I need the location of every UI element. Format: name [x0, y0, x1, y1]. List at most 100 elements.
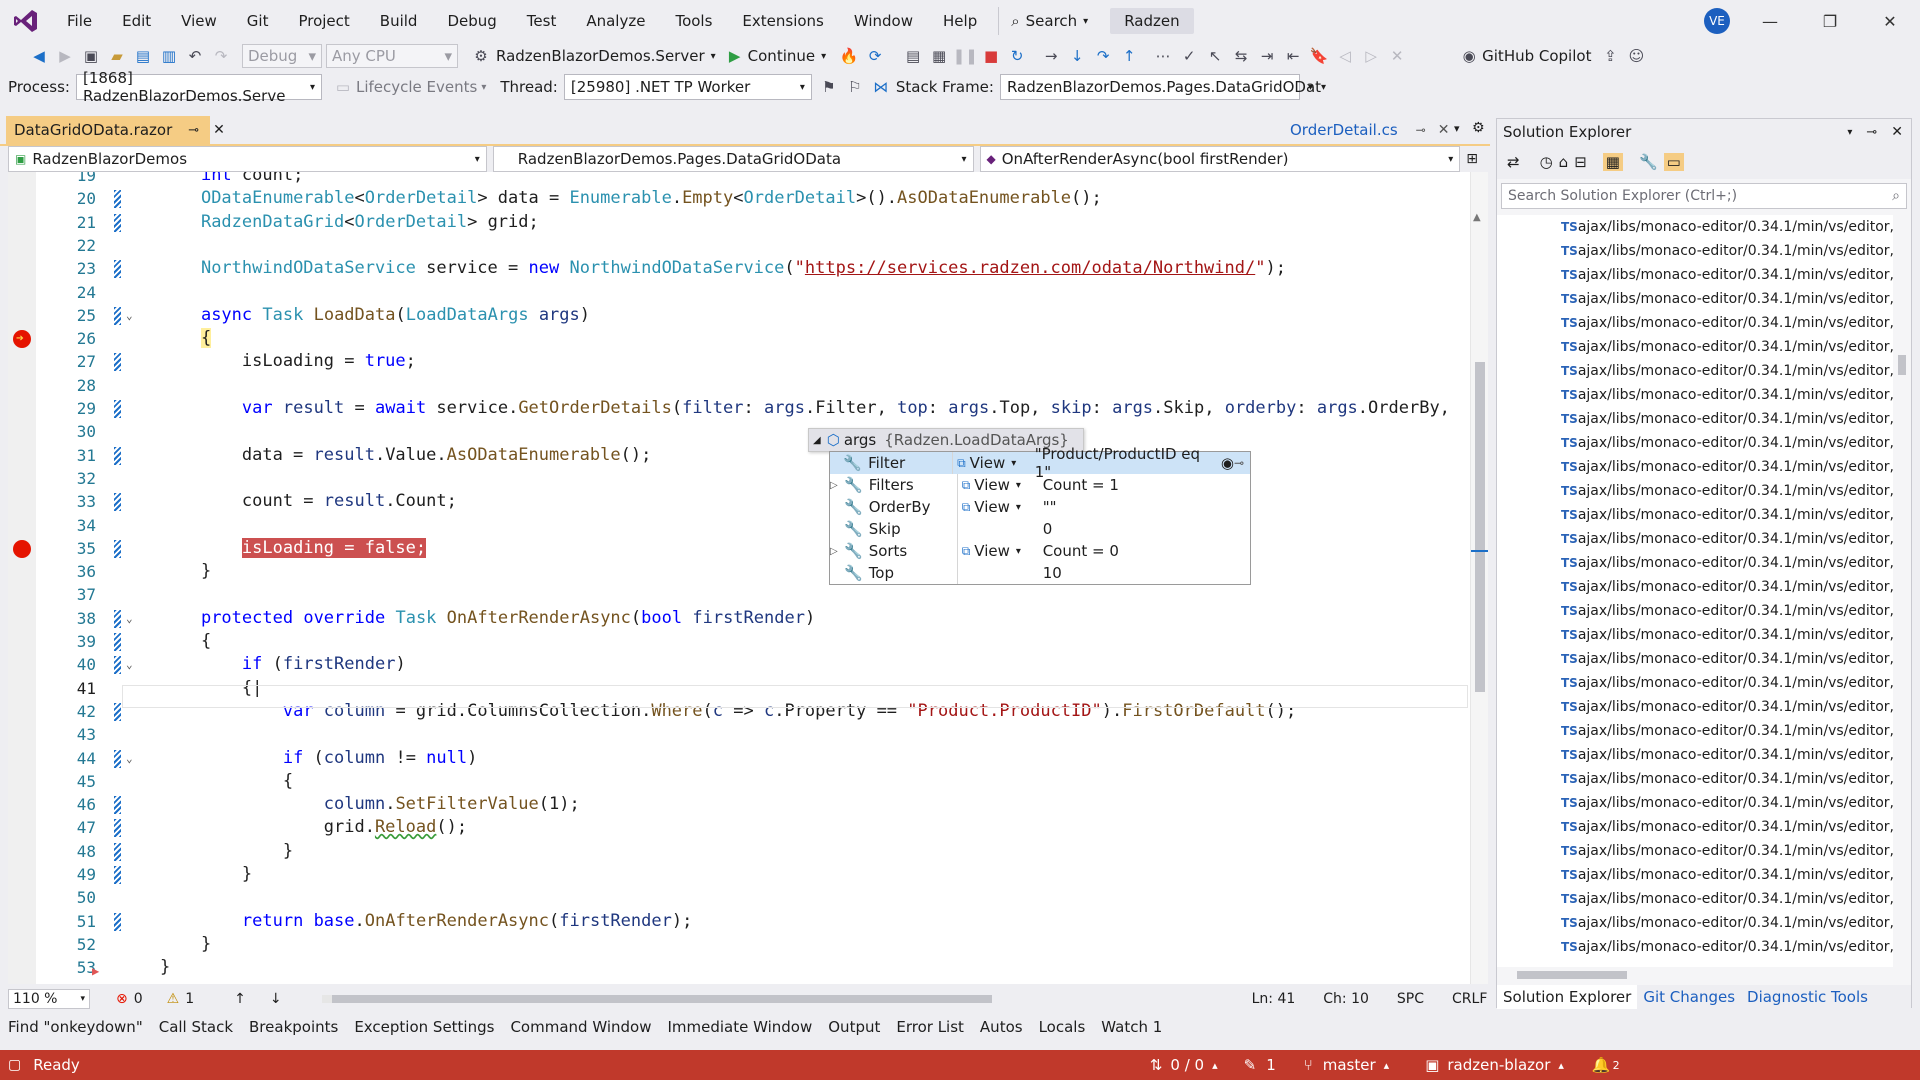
switch-views-icon[interactable]: ⇄ — [1507, 153, 1520, 171]
close-window-button[interactable]: ✕ — [1860, 0, 1920, 42]
collapse-region-icon[interactable]: ⌄ — [126, 304, 133, 327]
code-text[interactable]: } — [160, 863, 252, 886]
collapse-region-icon[interactable]: ⌄ — [126, 607, 133, 630]
home-icon[interactable]: ⌂ — [1559, 153, 1569, 171]
tab-locals[interactable]: Locals — [1031, 1015, 1094, 1039]
pencil-icon[interactable]: ✎ — [1244, 1056, 1257, 1074]
format-icon[interactable]: ⇆ — [1230, 45, 1252, 67]
code-text[interactable]: { — [160, 327, 212, 350]
code-text[interactable]: return base.OnAfterRenderAsync(firstRend… — [160, 910, 692, 933]
code-line[interactable]: 51 return base.OnAfterRenderAsync(firstR… — [8, 910, 1468, 933]
tab-immediate-window[interactable]: Immediate Window — [659, 1015, 820, 1039]
pin-icon[interactable]: ⊸ — [1416, 123, 1426, 137]
tree-item[interactable]: TS ajax/libs/monaco-editor/0.34.1/min/vs/… — [1497, 287, 1893, 311]
show-all-files-icon[interactable]: ▦ — [1602, 153, 1623, 171]
tab-error-list[interactable]: Error List — [888, 1015, 972, 1039]
chevron-down-icon[interactable]: ▾ — [821, 51, 826, 62]
chevron-down-icon[interactable]: ▾ — [1016, 546, 1021, 557]
code-line[interactable]: 37 — [8, 583, 1468, 606]
tree-item[interactable]: TS ajax/libs/monaco-editor/0.34.1/min/vs/… — [1497, 263, 1893, 287]
menu-item-test[interactable]: Test — [512, 0, 572, 42]
tree-item[interactable]: TS ajax/libs/monaco-editor/0.34.1/min/vs/… — [1497, 599, 1893, 623]
properties-icon[interactable]: 🔧 — [1639, 153, 1658, 171]
run-to-cursor-icon[interactable]: ▶ — [92, 959, 110, 978]
chevron-up-icon[interactable]: ▴ — [1212, 1059, 1218, 1072]
menu-item-extensions[interactable]: Extensions — [727, 0, 838, 42]
menu-item-file[interactable]: File — [52, 0, 107, 42]
member-select[interactable]: ◆ OnAfterRenderAsync(bool firstRender) ▾ — [979, 146, 1461, 172]
current-statement-breakpoint-icon[interactable]: ➔ — [13, 330, 31, 349]
tab-git-changes[interactable]: Git Changes — [1637, 985, 1741, 1009]
pending-edits-count[interactable]: 1 — [1266, 1056, 1276, 1074]
pin-icon[interactable]: ⊸ — [188, 123, 199, 138]
zoom-select[interactable]: 110 % ▾ — [8, 989, 90, 1009]
code-text[interactable]: { — [160, 630, 211, 653]
tree-item[interactable]: TS ajax/libs/monaco-editor/0.34.1/min/vs/… — [1497, 839, 1893, 863]
next-issue-icon[interactable]: ↓ — [270, 991, 282, 1007]
thread-select[interactable]: [25980] .NET TP Worker ▾ — [563, 74, 812, 100]
gear-icon[interactable]: ⚙ — [1472, 120, 1485, 136]
chevron-down-icon[interactable]: ▾ — [711, 51, 716, 62]
code-line[interactable]: 47 grid.Reload(); — [8, 816, 1468, 839]
notifications-icon[interactable]: 🔔 — [1592, 1056, 1611, 1074]
code-text[interactable]: } — [160, 840, 293, 863]
pin-icon[interactable]: ⊸ — [1234, 456, 1244, 470]
close-icon[interactable]: ✕ — [1891, 124, 1903, 140]
scrollbar-thumb[interactable] — [1898, 355, 1906, 375]
menu-item-git[interactable]: Git — [232, 0, 284, 42]
tree-item[interactable]: TS ajax/libs/monaco-editor/0.34.1/min/vs/… — [1497, 503, 1893, 527]
code-line[interactable]: 22 — [8, 234, 1468, 257]
datatip-row-filter[interactable]: 🔧 Filter ⧉ View ▾ "Product/ProductID eq 1" ◉ ⊸ — [830, 445, 1250, 481]
code-line[interactable]: 28 — [8, 374, 1468, 397]
step-over-icon[interactable]: ↷ — [1092, 45, 1114, 67]
code-text[interactable]: protected override Task OnAfterRenderAsy… — [160, 607, 815, 630]
chevron-up-icon[interactable]: ▴ — [1558, 1059, 1564, 1072]
tree-item[interactable]: TS ajax/libs/monaco-editor/0.34.1/min/vs/… — [1497, 767, 1893, 791]
tab-datagridodata[interactable]: DataGridOData.razor ⊸ ✕ — [6, 116, 225, 144]
notification-count[interactable]: 2 — [1613, 1059, 1620, 1072]
back-icon[interactable]: ◀ — [28, 45, 50, 67]
code-text[interactable]: { — [160, 770, 293, 793]
debugger-datatip[interactable]: ◢ ⬡ args {Radzen.LoadDataArgs} 🔧 Filter ⧉ V… — [808, 428, 1251, 585]
menu-item-view[interactable]: View — [166, 0, 232, 42]
code-line[interactable]: 53 ▶} — [8, 956, 1468, 979]
code-line[interactable]: 24 — [8, 281, 1468, 304]
copilot-button[interactable]: GitHub Copilot — [1482, 47, 1591, 65]
expand-icon[interactable]: ▷ — [830, 480, 844, 491]
share-icon[interactable]: ⇪ — [1599, 45, 1621, 67]
whitespace-indicator[interactable]: SPC — [1397, 991, 1424, 1007]
tree-vertical-scrollbar[interactable] — [1893, 215, 1911, 967]
step-out-icon[interactable]: ↑ — [1118, 45, 1140, 67]
code-line[interactable]: 44 ⌄ if (column != null) — [8, 747, 1468, 770]
previous-issue-icon[interactable]: ↑ — [234, 991, 246, 1007]
code-line[interactable]: 39 { — [8, 630, 1468, 653]
pause-icon[interactable]: ❚❚ — [953, 45, 978, 67]
toolbar-overflow-icon[interactable]: ▾ — [1308, 82, 1313, 93]
code-line[interactable]: 25 ⌄ async Task LoadData(LoadDataArgs arg… — [8, 304, 1468, 327]
tab-watch-1[interactable]: Watch 1 — [1093, 1015, 1170, 1039]
repository-name[interactable]: radzen-blazor — [1447, 1056, 1550, 1074]
datatip-row-sorts[interactable]: ▷ 🔧 Sorts ⧉ View ▾ Count = 0 — [830, 540, 1250, 562]
repo-icon[interactable]: ▣ — [1425, 1056, 1439, 1074]
code-text[interactable]: int count; — [160, 172, 303, 187]
tree-item[interactable]: TS ajax/libs/monaco-editor/0.34.1/min/vs/… — [1497, 695, 1893, 719]
code-line[interactable]: 45 { — [8, 770, 1468, 793]
code-line[interactable]: 23 NorthwindODataService service = new N… — [8, 257, 1468, 280]
collapse-all-icon[interactable]: ⊟ — [1574, 153, 1587, 171]
solution-tree[interactable]: TS ajax/libs/monaco-editor/0.34.1/min/vs/… — [1497, 215, 1893, 967]
tree-item[interactable]: TS ajax/libs/monaco-editor/0.34.1/min/vs/… — [1497, 479, 1893, 503]
tree-item[interactable]: TS ajax/libs/monaco-editor/0.34.1/min/vs/… — [1497, 719, 1893, 743]
datatip-row-orderby[interactable]: 🔧 OrderBy ⧉ View ▾ "" — [830, 496, 1250, 518]
datatip-row-top[interactable]: 🔧 Top 10 — [830, 562, 1250, 584]
hot-reload-icon[interactable]: 🔥 — [838, 45, 860, 67]
tree-item[interactable]: TS ajax/libs/monaco-editor/0.34.1/min/vs/… — [1497, 215, 1893, 239]
code-line[interactable]: 40 ⌄ if (firstRender) — [8, 653, 1468, 676]
tree-item[interactable]: TS ajax/libs/monaco-editor/0.34.1/min/vs/… — [1497, 431, 1893, 455]
tree-item[interactable]: TS ajax/libs/monaco-editor/0.34.1/min/vs/… — [1497, 887, 1893, 911]
clear-bookmarks-icon[interactable]: ✕ — [1386, 45, 1408, 67]
platform-select[interactable]: Any CPU ▾ — [326, 44, 458, 68]
outdent-icon[interactable]: ⇤ — [1282, 45, 1304, 67]
search-icon[interactable]: ⌕ — [1892, 188, 1900, 204]
scroll-up-icon[interactable]: ▲ — [1473, 212, 1485, 224]
code-line[interactable]: 52 } — [8, 933, 1468, 956]
